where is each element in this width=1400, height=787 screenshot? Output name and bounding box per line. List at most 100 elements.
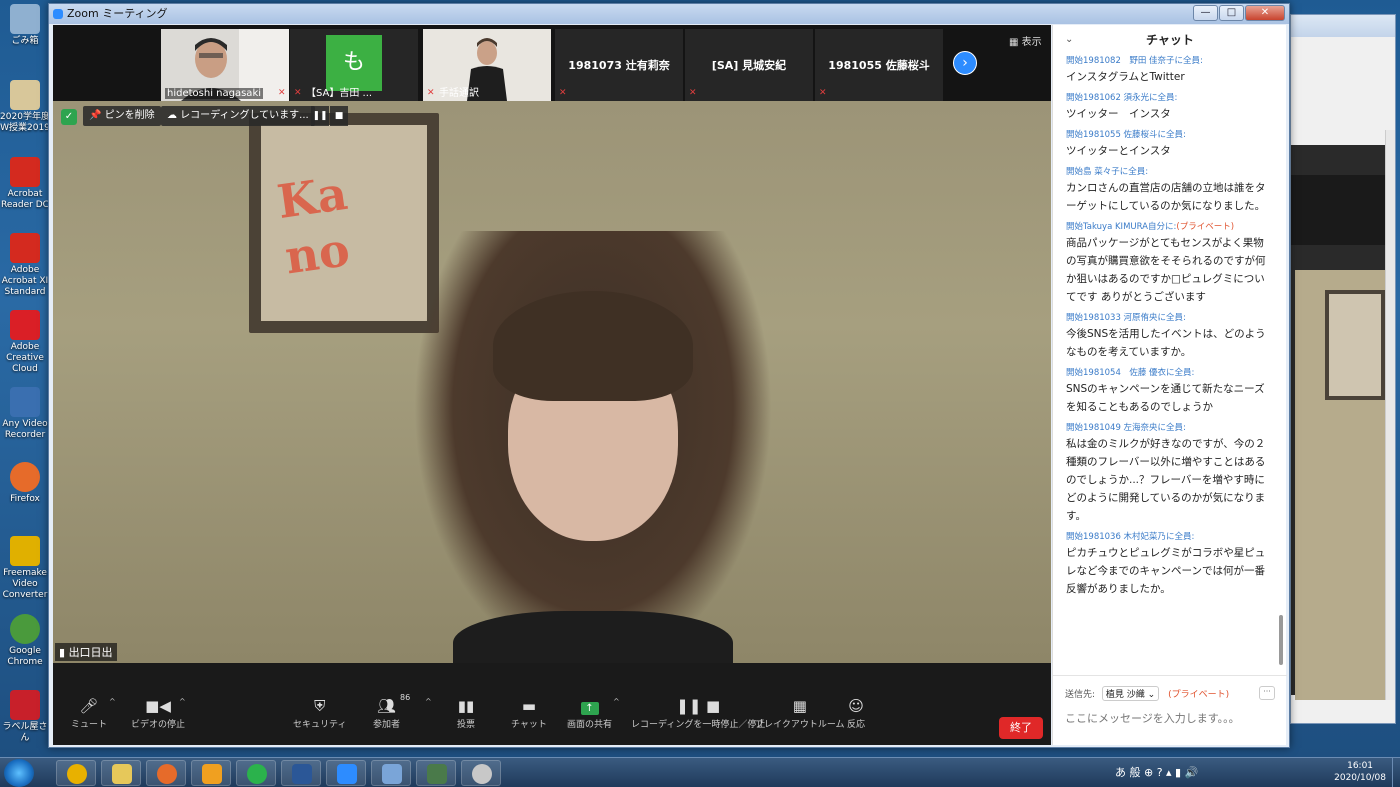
encryption-shield-icon[interactable]: ✓ (61, 109, 77, 125)
desktop-shortcut-acrobat-xi[interactable]: Adobe Acrobat XI Standard (0, 233, 50, 298)
background-window-titlebar[interactable] (1291, 15, 1395, 37)
view-button[interactable]: ▦ 表示 (1009, 33, 1042, 48)
microphone-icon: 🎤︎ (79, 697, 99, 715)
speaker-bangs (493, 291, 693, 401)
bar-chart-icon: ▮▮ (457, 697, 475, 715)
taskbar-line-button[interactable] (236, 760, 276, 786)
taskbar-outlook-button[interactable] (191, 760, 231, 786)
show-desktop-button[interactable] (1392, 758, 1400, 787)
video-options-chevron-icon[interactable]: ^ (179, 697, 186, 706)
recycle-bin-icon[interactable]: ごみ箱 (0, 4, 50, 47)
participant-name: 1981055 佐藤桜斗 (828, 59, 930, 72)
taskbar-zoom-button[interactable] (326, 760, 366, 786)
chat-message-body: ツイッター インスタ (1066, 108, 1171, 120)
participant-tile[interactable]: hidetoshi nagasaki ✕ (161, 29, 289, 101)
close-button[interactable]: ✕ (1245, 5, 1285, 21)
participants-options-chevron-icon[interactable]: ^ (425, 697, 432, 706)
paint-icon (382, 764, 402, 784)
chat-message-body: 商品パッケージがとてもセンスがよく果物の写真が購買意欲をそそられるのですが何か狙… (1066, 237, 1266, 303)
gallery-strip: hidetoshi nagasaki ✕ も ✕ 【SA】吉田 ... ✕ 手話… (53, 25, 1051, 101)
chat-title: チャット (1146, 33, 1194, 47)
participant-tile[interactable]: 1981055 佐藤桜斗 ✕ (815, 29, 943, 101)
share-options-chevron-icon[interactable]: ^ (613, 697, 620, 706)
taskbar-firefox-button[interactable] (146, 760, 186, 786)
desktop-shortcut-video-recorder[interactable]: Any Video Recorder (0, 387, 50, 441)
zoom-icon (337, 764, 357, 784)
next-page-button[interactable]: › (953, 51, 977, 75)
background-window-scrollbar[interactable] (1385, 130, 1395, 700)
pause-recording-button[interactable]: ❚❚ (311, 106, 329, 126)
taskbar-word-button[interactable] (281, 760, 321, 786)
participant-tile[interactable]: も ✕ 【SA】吉田 ... (290, 29, 418, 101)
chat-message-input[interactable] (1065, 708, 1275, 728)
taskbar-tool-button[interactable] (461, 760, 501, 786)
participants-label: 参加者 (373, 720, 401, 730)
desktop-shortcut-folder[interactable]: 2020学年度W授業2019 (0, 80, 50, 134)
desktop-icon-label: Google Chrome (7, 646, 43, 667)
desktop-shortcut-firefox[interactable]: Firefox (0, 462, 50, 505)
background-zoom-window[interactable] (1290, 14, 1396, 724)
desktop-shortcut-freemake[interactable]: Freemake Video Converter (0, 536, 50, 601)
desktop-shortcut-creative-cloud[interactable]: Adobe Creative Cloud (0, 310, 50, 375)
desktop-icon-label: ラベル屋さん (2, 722, 48, 743)
unpin-button[interactable]: 📌 ピンを削除 (83, 106, 161, 126)
minimize-button[interactable]: — (1193, 5, 1218, 21)
chat-more-button[interactable]: ··· (1259, 686, 1275, 700)
end-meeting-button[interactable]: 終了 (999, 717, 1043, 739)
meeting-area: hidetoshi nagasaki ✕ も ✕ 【SA】吉田 ... ✕ 手話… (53, 25, 1051, 745)
windows-taskbar: あ 般 ⊕ ? ▴ ▮ 🔊 16:01 2020/10/08 (0, 757, 1400, 787)
breakout-rooms-button[interactable]: ▦ ブレイクアウトルーム (755, 697, 845, 730)
sender-text: 開始Takuya KIMURA自分に: (1066, 222, 1177, 232)
polls-button[interactable]: ▮▮ 投票 (457, 697, 475, 730)
participant-tile[interactable]: ✕ 手話通訳 (423, 29, 551, 101)
window-titlebar[interactable]: Zoom ミーティング — □ ✕ (49, 4, 1289, 24)
reactions-button[interactable]: ☺ 反応 (847, 697, 865, 730)
chat-message-sender: 開始1981082 野田 佳奈子に全員: (1066, 55, 1269, 68)
participants-button[interactable]: 👥︎ 参加者 86 ^ (373, 693, 432, 730)
recipient-dropdown[interactable]: 植見 沙織 ⌄ (1101, 686, 1160, 701)
tool-icon (472, 764, 492, 784)
share-screen-button[interactable]: ↑ 画面の共有 ^ (567, 697, 620, 730)
reactions-label: 反応 (847, 720, 866, 730)
outlook-icon (202, 764, 222, 784)
stop-video-button[interactable]: ■◀ ビデオの停止 ^ (131, 697, 186, 730)
polls-label: 投票 (457, 720, 476, 730)
wall-picture: Ka no (261, 125, 427, 321)
participant-name: 【SA】吉田 ... (306, 88, 373, 99)
maximize-button[interactable]: □ (1219, 5, 1244, 21)
desktop-icon-label: Adobe Acrobat XI Standard (1, 265, 49, 297)
taskbar-clock[interactable]: 16:01 2020/10/08 (1334, 760, 1386, 784)
participant-tile[interactable]: 1981073 辻有莉奈 ✕ (555, 29, 683, 101)
taskbar-explorer-button[interactable] (101, 760, 141, 786)
desktop-icon-label: Acrobat Reader DC (1, 189, 49, 210)
taskbar-paint-button[interactable] (371, 760, 411, 786)
chat-message: 開始1981082 野田 佳奈子に全員: インスタグラムとTwitter (1053, 55, 1279, 86)
chat-message-body: ツイッターとインスタ (1066, 145, 1171, 157)
speaker-shirt (453, 611, 733, 663)
private-tag: (プライベート) (1176, 222, 1235, 232)
chat-message-sender: 開始1981049 左海奈央に全員: (1066, 422, 1269, 435)
taskbar-recorder-button[interactable] (416, 760, 456, 786)
security-button[interactable]: ⛨ セキュリティ (293, 697, 346, 730)
mic-muted-icon: ✕ (689, 88, 697, 98)
recording-control-button[interactable]: ❚❚ ■ レコーディングを一時停止／停止 (631, 697, 765, 730)
chat-button[interactable]: ▬ チャット (511, 697, 547, 730)
participant-tile[interactable]: [SA] 見城安紀 ✕ (685, 29, 813, 101)
desktop-shortcut-acrobat-reader[interactable]: Acrobat Reader DC (0, 157, 50, 211)
active-speaker-video: Ka no ✓ 📌 ピンを削除 ☁ レコーディングしています... ❚❚ ■ ▮… (53, 101, 1051, 663)
stop-recording-button[interactable]: ■ (330, 106, 348, 126)
desktop-shortcut-label-app[interactable]: ラベル屋さん (0, 690, 50, 744)
system-tray[interactable]: あ 般 ⊕ ? ▴ ▮ 🔊 (1115, 764, 1198, 780)
chat-message-list[interactable]: 開始1981082 野田 佳奈子に全員: インスタグラムとTwitter 開始1… (1053, 55, 1279, 670)
wall-picture-frame: Ka no (249, 113, 439, 333)
chat-scrollbar[interactable] (1279, 615, 1283, 665)
start-button[interactable] (4, 759, 34, 787)
chat-collapse-chevron-icon[interactable]: ⌄ (1065, 25, 1073, 55)
mute-options-chevron-icon[interactable]: ^ (109, 697, 116, 706)
breakout-label: ブレイクアウトルーム (755, 720, 845, 730)
chat-message-body: ピカチュウとピュレグミがコラボや星ピュレなど今までのキャンペーンでは何が一番反響… (1066, 547, 1266, 595)
taskbar-chrome-button[interactable] (56, 760, 96, 786)
speaker-person (413, 231, 773, 663)
desktop-shortcut-chrome[interactable]: Google Chrome (0, 614, 50, 668)
mute-button[interactable]: 🎤︎ ミュート ^ (71, 697, 116, 730)
